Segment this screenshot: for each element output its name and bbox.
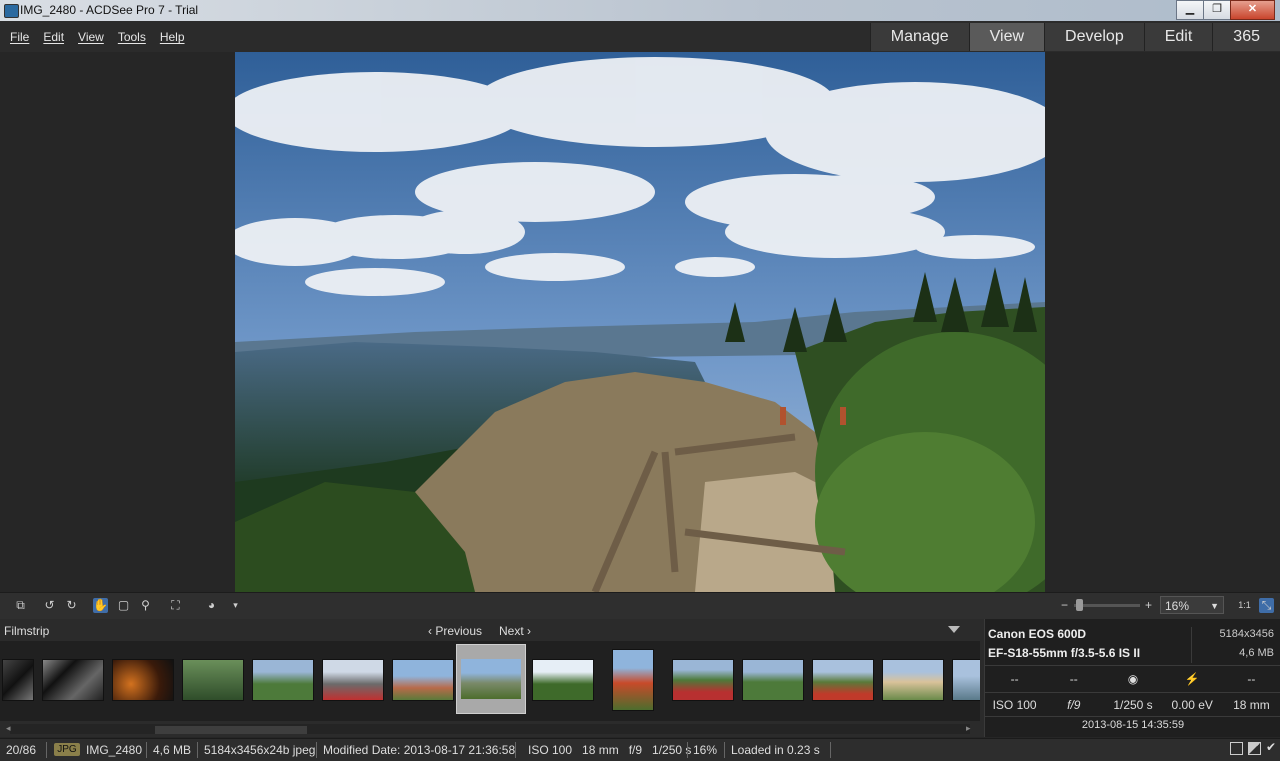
menu-help[interactable]: Help <box>160 30 185 44</box>
info-divider <box>1191 627 1192 663</box>
main-photo[interactable] <box>235 52 1045 592</box>
zoom-in-icon[interactable]: + <box>1141 598 1156 613</box>
status-filename: IMG_2480 <box>86 743 143 757</box>
select-icon[interactable]: ▢ <box>116 598 131 613</box>
filmstrip-options-icon[interactable] <box>948 626 960 633</box>
menu-view[interactable]: View <box>78 30 104 44</box>
thumbnail[interactable] <box>952 659 980 701</box>
focal-length-value: 18 mm <box>1233 698 1270 712</box>
checkmark-icon[interactable]: ✔ <box>1266 740 1276 754</box>
chevron-down-icon[interactable]: ▾ <box>228 598 243 613</box>
viewer-toolbar: ⧉ ↺ ↻ ✋ ▢ ⚲ ⛶ ◕ ▾ − + 1:1 ⤡ <box>0 592 1280 619</box>
white-balance-value: -- <box>1247 672 1256 686</box>
menu-tools[interactable]: Tools <box>118 30 146 44</box>
exposure-bias-value: 0.00 eV <box>1171 698 1213 712</box>
filmstrip-scroll-thumb[interactable] <box>155 726 307 734</box>
file-size: 4,6 MB <box>1239 647 1274 659</box>
thumbnail[interactable] <box>112 659 174 701</box>
dropdown-arrow-icon: ▼ <box>1210 601 1219 611</box>
hand-icon[interactable]: ✋ <box>93 598 108 613</box>
zoom-slider[interactable] <box>1074 604 1140 607</box>
exif-icons-row: -- -- ◉ ⚡ -- <box>985 665 1280 693</box>
minimize-button[interactable]: ▁ <box>1176 0 1204 20</box>
menu-file[interactable]: File <box>10 30 29 44</box>
actual-size-icon[interactable]: 1:1 <box>1237 598 1252 613</box>
metering-value: -- <box>1010 672 1019 686</box>
fullscreen-icon[interactable]: ⛶ <box>168 598 183 613</box>
exposure-program-value: -- <box>1069 672 1078 686</box>
rotate-right-icon[interactable]: ↻ <box>64 598 79 613</box>
previous-label: Previous <box>435 624 483 638</box>
zoom-slider-handle[interactable] <box>1076 599 1083 611</box>
restore-button[interactable]: ❐ <box>1203 0 1231 20</box>
mode-365[interactable]: 365 <box>1212 23 1280 51</box>
thumbnail[interactable] <box>742 659 804 701</box>
mode-develop[interactable]: Develop <box>1044 23 1144 51</box>
exif-values-row: ISO 100 f/9 1/250 s 0.00 eV 18 mm <box>985 694 1280 717</box>
thumbnail[interactable] <box>252 659 314 701</box>
status-file-size: 4,6 MB <box>153 743 192 757</box>
zoom-out-icon[interactable]: − <box>1057 598 1072 613</box>
status-zoom: 16% <box>693 743 718 757</box>
thumbnail[interactable] <box>2 659 34 701</box>
thumbnail-strip <box>0 641 980 721</box>
camera-model: Canon EOS 600D <box>988 627 1087 641</box>
format-badge: JPG <box>54 743 80 756</box>
thumbnail[interactable] <box>812 659 874 701</box>
filmstrip: Filmstrip ‹ Previous Next › ◂ ▸ <box>0 619 984 737</box>
thumbnail[interactable] <box>672 659 734 701</box>
image-index: 20/86 <box>6 743 37 757</box>
thumbnail[interactable] <box>182 659 244 701</box>
iso-value: ISO 100 <box>992 698 1037 712</box>
previous-button[interactable]: ‹ Previous <box>428 624 482 638</box>
exif-info-panel: Canon EOS 600D EF-S18-55mm f/3.5-5.6 IS … <box>984 619 1280 737</box>
scroll-right-icon[interactable]: ▸ <box>966 723 971 734</box>
menu-edit[interactable]: Edit <box>43 30 64 44</box>
capture-date: 2013-08-15 14:35:59 <box>1081 719 1185 731</box>
scroll-left-icon[interactable]: ◂ <box>6 723 11 734</box>
zoom-select[interactable]: 16% ▼ <box>1160 596 1224 614</box>
rotate-left-icon[interactable]: ↺ <box>42 598 57 613</box>
lens-model: EF-S18-55mm f/3.5-5.6 IS II <box>988 646 1141 660</box>
filmstrip-scrollbar[interactable] <box>10 724 970 734</box>
fit-image-icon[interactable]: ⤡ <box>1259 598 1274 613</box>
status-bar: 20/86 JPG IMG_2480 4,6 MB 5184x3456x24b … <box>0 738 1280 761</box>
next-button[interactable]: Next › <box>499 624 531 638</box>
zoom-tool-icon[interactable]: ⚲ <box>138 598 153 613</box>
view-mode-icon[interactable] <box>1230 742 1243 755</box>
image-viewer <box>0 52 1280 592</box>
status-modified-date: Modified Date: 2013-08-17 21:36:58 <box>323 743 516 757</box>
menu-bar: File Edit View Tools Help Manage View De… <box>0 21 1280 52</box>
compare-icon[interactable] <box>1248 742 1261 755</box>
status-dimensions: 5184x3456x24b jpeg <box>204 743 316 757</box>
close-button[interactable]: ✕ <box>1230 0 1275 20</box>
metering-mode-icon: ◉ <box>1127 672 1139 686</box>
mode-manage[interactable]: Manage <box>869 23 969 51</box>
flash-icon: ⚡ <box>1184 672 1200 686</box>
thumbnail[interactable] <box>322 659 384 701</box>
thumbnail[interactable] <box>882 659 944 701</box>
mode-view[interactable]: View <box>968 23 1045 51</box>
aperture-value: f/9 <box>1067 698 1081 712</box>
palette-icon[interactable]: ◕ <box>204 598 219 613</box>
next-label: Next <box>499 624 524 638</box>
status-exif: ISO 100 18 mm f/9 1/250 s <box>528 743 692 757</box>
thumbnail[interactable] <box>612 649 654 711</box>
shutter-value: 1/250 s <box>1113 698 1153 712</box>
import-icon[interactable]: ⧉ <box>13 598 28 613</box>
status-load-time: Loaded in 0.23 s <box>731 743 820 757</box>
thumbnail[interactable] <box>42 659 104 701</box>
title-bar: IMG_2480 - ACDSee Pro 7 - Trial ▁ ❐ ✕ <box>0 0 1280 21</box>
image-dimensions: 5184x3456 <box>1219 628 1274 640</box>
window-title: IMG_2480 - ACDSee Pro 7 - Trial <box>20 3 199 17</box>
zoom-select-value: 16% <box>1165 599 1190 613</box>
thumbnail[interactable] <box>532 659 594 701</box>
thumbnail-selected[interactable] <box>456 644 526 714</box>
mode-edit[interactable]: Edit <box>1143 23 1213 51</box>
thumbnail[interactable] <box>392 659 454 701</box>
filmstrip-label: Filmstrip <box>4 624 50 638</box>
app-icon <box>4 4 19 18</box>
